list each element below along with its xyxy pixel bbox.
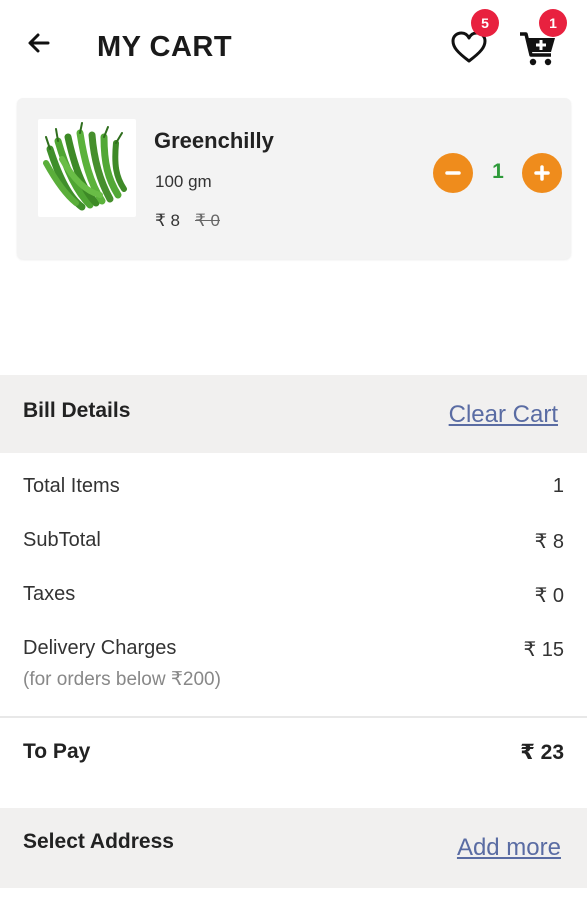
product-image (38, 119, 136, 217)
back-button[interactable] (24, 28, 54, 58)
delivery-charges-note: (for orders below ₹200) (23, 669, 221, 690)
plus-icon (534, 165, 550, 181)
product-name: Greenchilly (154, 128, 274, 153)
delivery-charges-label: Delivery Charges (23, 637, 177, 659)
cart-count-badge: 1 (539, 9, 567, 37)
product-price: ₹ 8 (155, 211, 180, 230)
total-items-label: Total Items (23, 475, 120, 497)
bill-details-header: Bill Details Clear Cart (0, 375, 587, 453)
minus-icon (445, 171, 461, 175)
cart-item-card: Greenchilly 100 gm ₹ 8 ₹ 0 1 (17, 98, 571, 259)
to-pay-value: ₹ 23 (520, 741, 564, 764)
page-title: MY CART (97, 31, 233, 63)
increase-quantity-button[interactable] (522, 153, 562, 193)
to-pay-label: To Pay (23, 740, 91, 763)
delivery-charges-value: ₹ 15 (523, 639, 564, 661)
clear-cart-link[interactable]: Clear Cart (449, 401, 558, 429)
decrease-quantity-button[interactable] (433, 153, 473, 193)
bill-divider (0, 716, 587, 718)
app-header: MY CART 5 1 (0, 0, 587, 95)
arrow-left-icon (28, 33, 50, 53)
quantity-value: 1 (492, 160, 504, 183)
taxes-value: ₹ 0 (534, 585, 564, 607)
taxes-label: Taxes (23, 583, 76, 605)
wishlist-count-badge: 5 (471, 9, 499, 37)
bill-details-title: Bill Details (23, 399, 131, 422)
product-mrp: ₹ 0 (195, 211, 220, 230)
subtotal-value: ₹ 8 (534, 531, 564, 553)
subtotal-label: SubTotal (23, 529, 101, 551)
select-address-header: Select Address Add more (0, 808, 587, 888)
select-address-title: Select Address (23, 830, 174, 853)
total-items-value: 1 (552, 475, 564, 497)
green-chilli-image (43, 122, 127, 211)
product-weight: 100 gm (155, 172, 212, 191)
add-more-address-link[interactable]: Add more (457, 834, 561, 862)
